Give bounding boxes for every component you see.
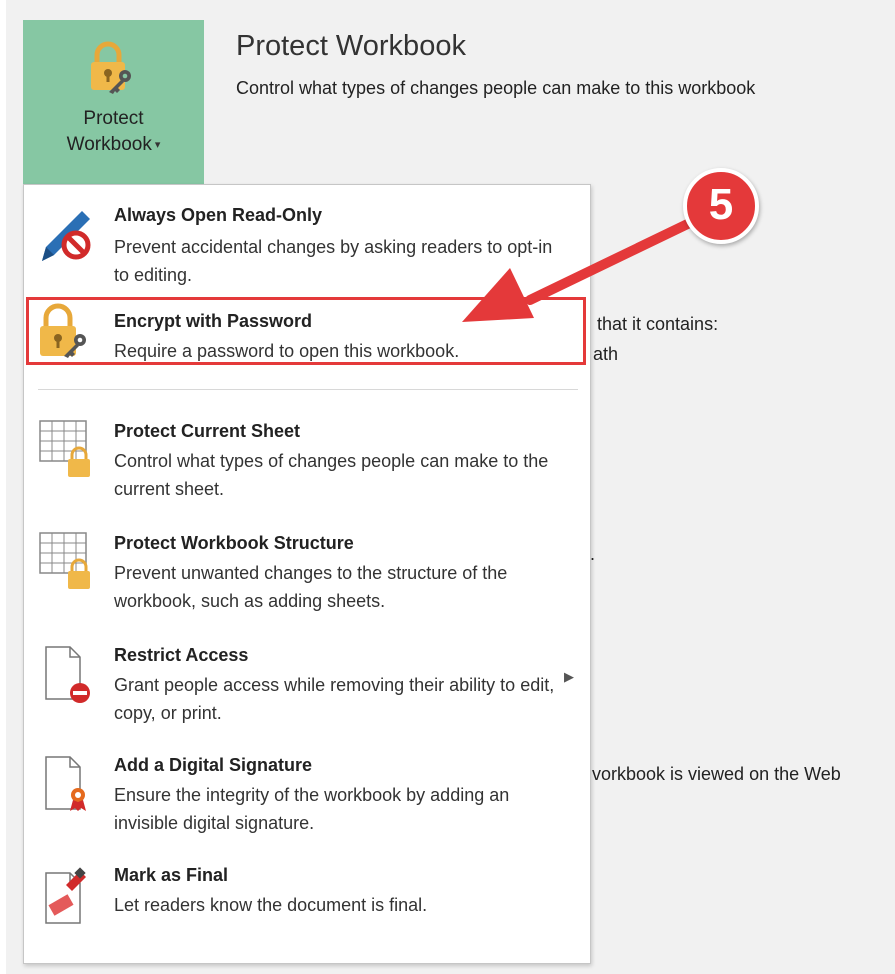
step-number-badge: 5 [683,168,759,244]
annotation-arrow [462,213,705,322]
